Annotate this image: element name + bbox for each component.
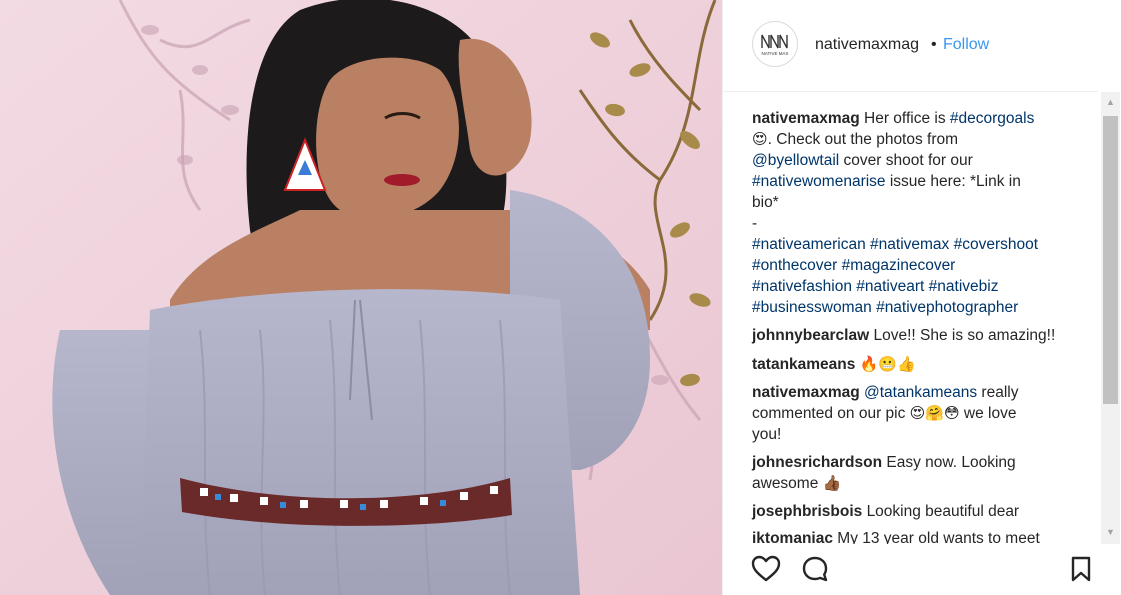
hashtag-link[interactable]: #businesswoman #nativephotographer bbox=[752, 299, 1018, 316]
comment-text: Looking beautiful dear bbox=[866, 503, 1020, 520]
comment-scrollbar[interactable]: ▲ ▼ bbox=[1101, 92, 1120, 544]
caption-text: issue here: *Link in bbox=[885, 173, 1021, 190]
comment-list[interactable]: nativemaxmag Her office is #decorgoals 😍… bbox=[723, 92, 1101, 544]
comment-item: johnesrichardson Easy now. Looking aweso… bbox=[752, 452, 1092, 494]
post-actions bbox=[723, 544, 1101, 595]
caption-text: - bbox=[752, 215, 758, 232]
scrollbar-thumb[interactable] bbox=[1103, 116, 1118, 404]
save-button[interactable] bbox=[1069, 555, 1093, 588]
caption-text: . Check out the photos from bbox=[767, 131, 959, 148]
comment-emoji: 🔥😬👍 bbox=[859, 355, 916, 373]
comment-text: Love!! She is so amazing!! bbox=[873, 327, 1056, 344]
comment-text: My 13 year old wants to meet bbox=[837, 530, 1040, 544]
comment-text: awesome bbox=[752, 475, 823, 492]
comment-username[interactable]: josephbrisbois bbox=[752, 503, 862, 520]
comment-text: we love bbox=[959, 405, 1017, 422]
avatar-text: NATIVE MAX bbox=[762, 51, 789, 56]
bookmark-icon bbox=[1071, 556, 1091, 582]
caption-username[interactable]: nativemaxmag bbox=[752, 110, 860, 127]
comment-item: josephbrisbois Looking beautiful dear bbox=[752, 501, 1092, 522]
comment-item: tatankameans 🔥😬👍 bbox=[752, 354, 1092, 375]
hashtag-link[interactable]: #decorgoals bbox=[950, 110, 1034, 127]
mention-link[interactable]: @byellowtail bbox=[752, 152, 839, 169]
post-side-panel: NATIVE MAX nativemaxmag • Follow nativem… bbox=[722, 0, 1121, 595]
comment-text: commented on our pic bbox=[752, 405, 910, 422]
mention-link[interactable]: @tatankameans bbox=[864, 384, 977, 401]
comment-username[interactable]: johnnybearclaw bbox=[752, 327, 869, 344]
comment-username[interactable]: tatankameans bbox=[752, 356, 855, 373]
comment-text: you! bbox=[752, 426, 782, 443]
comment-username[interactable]: iktomaniac bbox=[752, 530, 833, 544]
scroll-up-arrow-icon[interactable]: ▲ bbox=[1101, 92, 1120, 112]
comment-item: iktomaniac My 13 year old wants to meet bbox=[752, 528, 1092, 544]
hashtag-link[interactable]: #nativefashion #nativeart #nativebiz bbox=[752, 278, 998, 295]
hashtag-link[interactable]: #nativeamerican #nativemax #covershoot bbox=[752, 236, 1038, 253]
like-button[interactable] bbox=[751, 555, 781, 588]
caption-text: bio* bbox=[752, 194, 779, 211]
caption-text: cover shoot for our bbox=[839, 152, 973, 169]
comment-text: Easy now. Looking bbox=[886, 454, 1016, 471]
post-photo[interactable] bbox=[0, 0, 722, 595]
caption: nativemaxmag Her office is #decorgoals 😍… bbox=[752, 108, 1092, 318]
comment-username[interactable]: nativemaxmag bbox=[752, 384, 860, 401]
hashtag-link[interactable]: #nativewomenarise bbox=[752, 173, 886, 190]
comment-item: nativemaxmag @tatankameans really commen… bbox=[752, 382, 1092, 445]
comment-item: johnnybearclaw Love!! She is so amazing!… bbox=[752, 325, 1092, 346]
comment-icon bbox=[802, 556, 828, 582]
comment-text: really bbox=[977, 384, 1019, 401]
follow-button[interactable]: Follow bbox=[943, 36, 989, 54]
comment-button[interactable] bbox=[801, 555, 829, 588]
scroll-down-arrow-icon[interactable]: ▼ bbox=[1101, 522, 1120, 542]
native-max-logo: NATIVE MAX bbox=[761, 34, 789, 56]
separator-dot: • bbox=[931, 36, 937, 53]
comment-username[interactable]: johnesrichardson bbox=[752, 454, 882, 471]
caption-text: Her office is bbox=[864, 110, 950, 127]
heart-icon bbox=[751, 555, 781, 582]
hashtag-link[interactable]: #onthecover #magazinecover bbox=[752, 257, 955, 274]
photo-illustration bbox=[0, 0, 722, 595]
avatar[interactable]: NATIVE MAX bbox=[752, 21, 798, 67]
post-username[interactable]: nativemaxmag bbox=[815, 36, 919, 54]
heart-eyes-emoji: 😍 bbox=[752, 130, 768, 148]
post-header: NATIVE MAX nativemaxmag • Follow bbox=[723, 0, 1098, 92]
thumbs-up-emoji: 👍🏾 bbox=[822, 474, 842, 492]
comment-emoji: 😍🤗😳 bbox=[909, 404, 960, 422]
